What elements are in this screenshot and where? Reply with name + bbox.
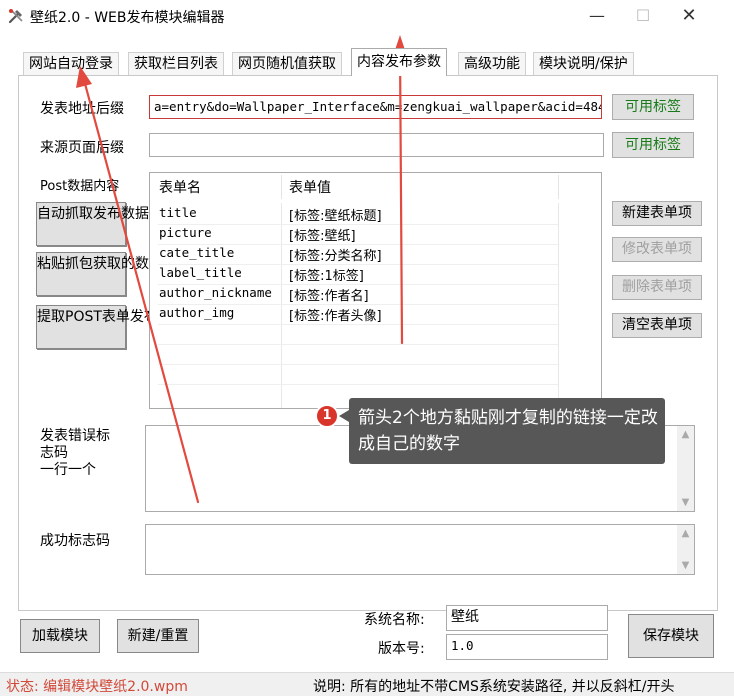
callout-text: 箭头2个地方黏贴刚才复制的链接一定改成自己的数字 [358,408,658,454]
status-note: 说明: 所有的地址不带CMS系统安装路径, 并以反斜杠/开头 [313,679,675,695]
callout-number-badge: 1 [315,404,339,428]
tab-publish-params[interactable]: 内容发布参数 [351,48,447,76]
arrow-head-icon [76,66,92,88]
arrow-to-login-tab [82,78,200,504]
arrow-to-publish-tab [398,46,404,345]
callout-pointer [339,410,349,422]
status-text: 状态: 编辑模块壁纸2.0.wpm [6,679,188,695]
annotation-arrows [76,35,407,504]
